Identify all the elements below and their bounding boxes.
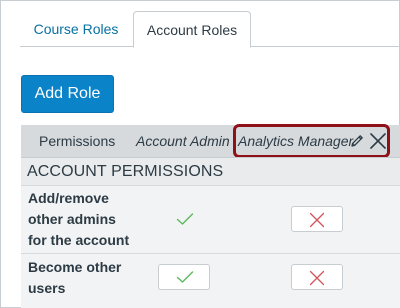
column-header-permissions: Permissions [39, 133, 116, 149]
column-header-analytics-manager: Analytics Manager [238, 133, 354, 149]
section-row: ACCOUNT PERMISSIONS [21, 157, 400, 185]
permission-toggle[interactable] [158, 264, 210, 290]
tab-account-roles[interactable]: Account Roles [133, 11, 251, 48]
section-title: ACCOUNT PERMISSIONS [27, 163, 224, 180]
tab-course-roles[interactable]: Course Roles [24, 11, 128, 47]
permission-label: Add/remove other admins for the account [28, 190, 130, 248]
permissions-table: Permissions Account Admin Analytics Mana… [21, 124, 400, 308]
permission-toggle[interactable] [291, 264, 343, 290]
table-row: Become other users [21, 253, 400, 308]
table-header: Permissions Account Admin Analytics Mana… [21, 124, 400, 158]
permission-toggle[interactable] [291, 206, 343, 232]
check-icon [176, 271, 194, 283]
permission-label: Become other users [28, 259, 122, 296]
close-icon[interactable] [369, 132, 387, 150]
column-header-account-admin: Account Admin [136, 133, 230, 149]
check-icon[interactable] [176, 212, 194, 226]
x-icon [309, 270, 325, 286]
table-row: Add/remove other admins for the account [21, 185, 400, 253]
x-icon [309, 212, 325, 228]
role-tabs: Course Roles Account Roles [0, 0, 400, 48]
pencil-icon[interactable] [349, 133, 365, 149]
add-role-button[interactable]: Add Role [21, 75, 114, 113]
